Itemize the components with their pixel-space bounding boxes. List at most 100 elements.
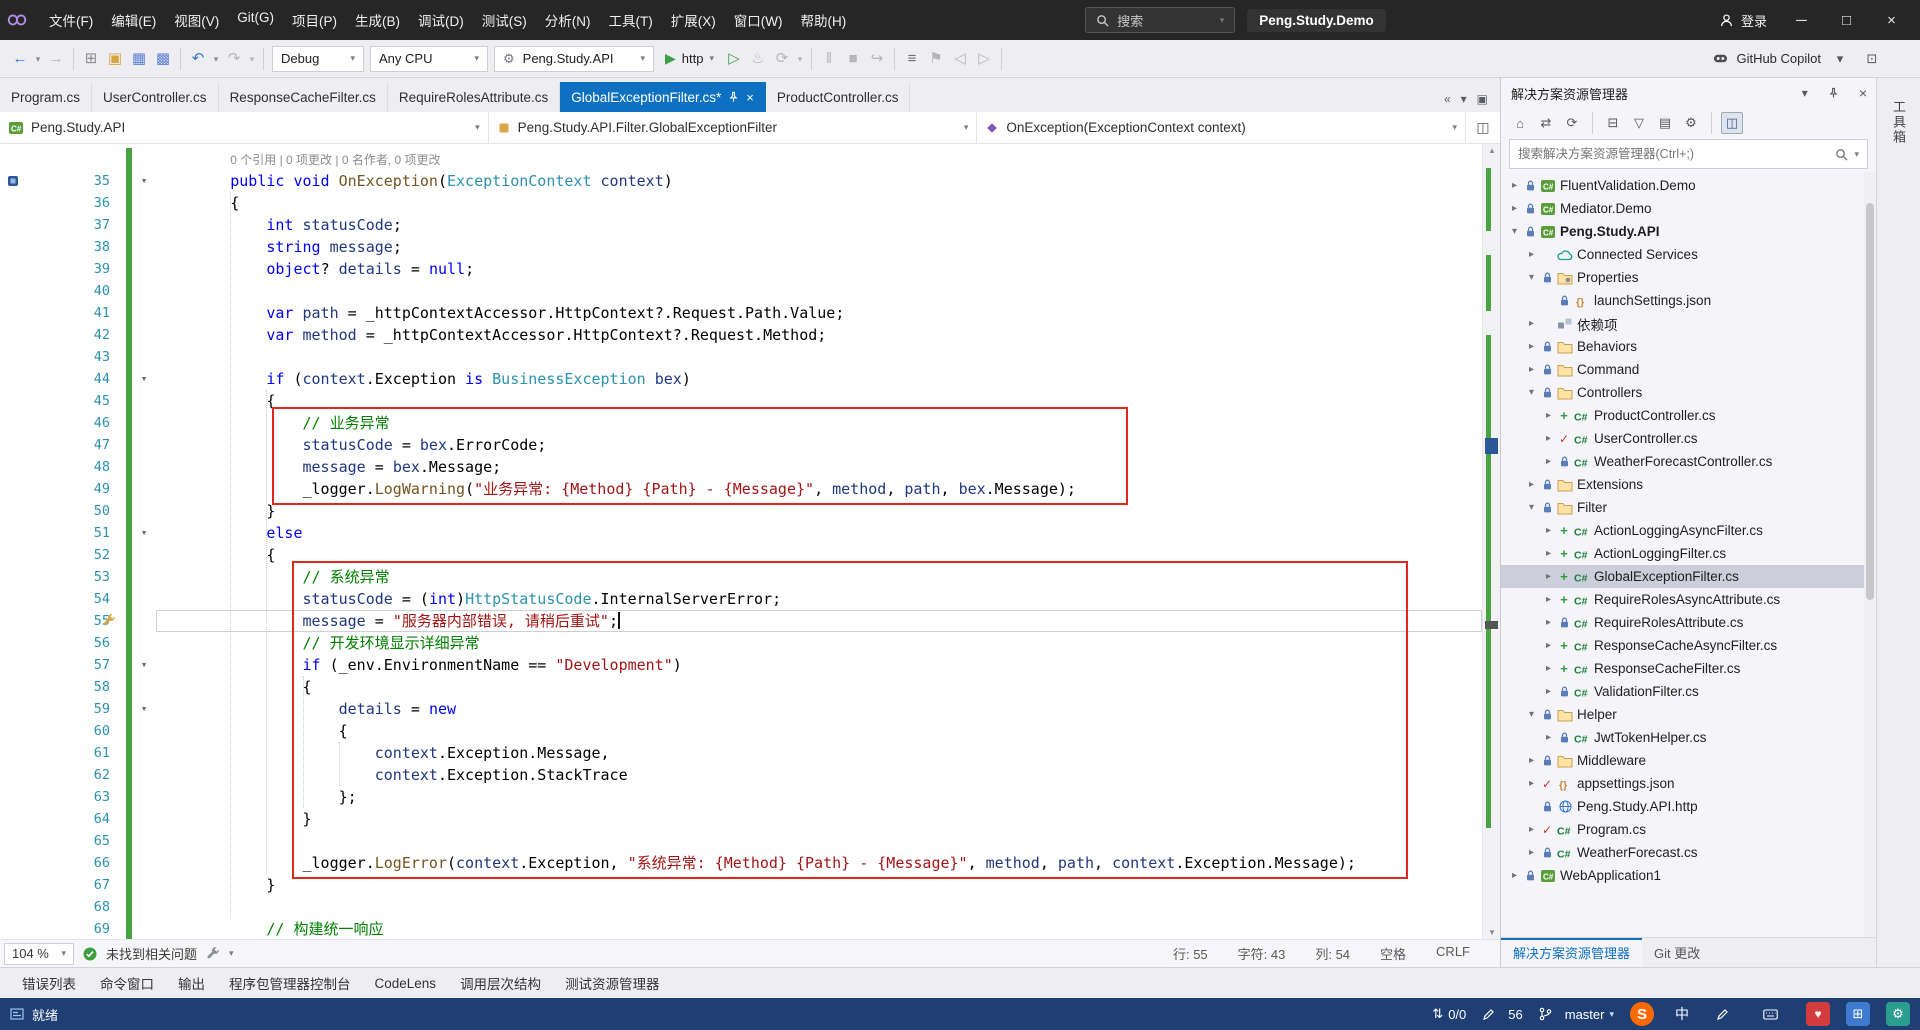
- code-line-41[interactable]: 41 var path = _httpContextAccessor.HttpC…: [0, 302, 1482, 324]
- sign-in-button[interactable]: 登录: [1707, 11, 1779, 30]
- expander-icon[interactable]: ▸: [1541, 686, 1556, 697]
- platform-dropdown[interactable]: Any CPU ▾: [370, 45, 488, 72]
- breakpoint-margin[interactable]: [0, 566, 26, 588]
- expander-icon[interactable]: ▸: [1524, 847, 1539, 858]
- tree-item-peng-study-api[interactable]: ▾ C# Peng.Study.API: [1501, 220, 1876, 243]
- tab-globalexceptionfilter-cs[interactable]: GlobalExceptionFilter.cs* ×: [560, 82, 766, 112]
- breakpoint-margin[interactable]: [0, 148, 26, 170]
- startup-project-dropdown[interactable]: ⚙ Peng.Study.API ▾: [494, 45, 654, 72]
- tree-scrollbar-thumb[interactable]: [1866, 202, 1874, 601]
- tree-item-responsecachefilter-cs[interactable]: ▸ + C# ResponseCacheFilter.cs: [1501, 657, 1876, 680]
- tree-item-connected-services[interactable]: ▸ Connected Services: [1501, 243, 1876, 266]
- code-line-62[interactable]: 62 context.Exception.StackTrace: [0, 764, 1482, 786]
- menu-item-p[interactable]: 项目(P): [283, 5, 346, 35]
- chevron-down-icon[interactable]: ▾: [709, 53, 714, 64]
- navigate-back-button[interactable]: ←: [8, 46, 32, 72]
- tab-requirerolesattribute-cs[interactable]: RequireRolesAttribute.cs: [388, 82, 561, 112]
- tree-item-fluentvalidation-demo[interactable]: ▸ C# FluentValidation.Demo: [1501, 174, 1876, 197]
- breakpoint-margin[interactable]: [0, 874, 26, 896]
- navigate-symbols-button[interactable]: ≡: [900, 46, 924, 72]
- expander-icon[interactable]: ▸: [1541, 640, 1556, 651]
- menu-item-w[interactable]: 窗口(W): [725, 5, 792, 35]
- code-line-57[interactable]: 57 ▾ if (_env.EnvironmentName == "Develop…: [0, 654, 1482, 676]
- caret-char-indicator[interactable]: 字符: 43: [1238, 944, 1286, 963]
- menu-item-f[interactable]: 文件(F): [40, 5, 102, 35]
- ime-language-icon[interactable]: 中: [1670, 1002, 1694, 1026]
- sync-with-active-document-button[interactable]: ⇄: [1535, 112, 1557, 134]
- outline-margin[interactable]: [132, 874, 156, 896]
- code-line-40[interactable]: 40: [0, 280, 1482, 302]
- breakpoint-margin[interactable]: [0, 654, 26, 676]
- tree-item-middleware[interactable]: ▸ Middleware: [1501, 749, 1876, 772]
- outline-margin[interactable]: ▾: [132, 170, 156, 192]
- close-button[interactable]: ×: [1869, 1, 1914, 39]
- redo-dropdown[interactable]: ▾: [246, 46, 258, 72]
- outline-margin[interactable]: [132, 830, 156, 852]
- start-debugging-button[interactable]: ▶: [665, 50, 676, 67]
- tree-item-helper[interactable]: ▾ Helper: [1501, 703, 1876, 726]
- outline-margin[interactable]: [132, 742, 156, 764]
- expander-icon[interactable]: ▸: [1524, 479, 1539, 490]
- outline-margin[interactable]: [132, 566, 156, 588]
- expander-icon[interactable]: ▸: [1541, 594, 1556, 605]
- panel-tab-git[interactable]: Git 更改: [1642, 938, 1712, 967]
- ime-sogou-icon[interactable]: S: [1630, 1002, 1654, 1026]
- code-line-43[interactable]: 43: [0, 346, 1482, 368]
- codelens-row[interactable]: 0 个引用 | 0 项更改 | 0 名作者, 0 项更改: [0, 148, 1482, 170]
- breakpoint-margin[interactable]: [0, 302, 26, 324]
- outline-margin[interactable]: [132, 852, 156, 874]
- outline-margin[interactable]: [132, 214, 156, 236]
- outline-margin[interactable]: [132, 588, 156, 610]
- expander-icon[interactable]: ▸: [1541, 571, 1556, 582]
- panel-tab-item[interactable]: 调用层次结构: [448, 968, 553, 998]
- breakpoint-margin[interactable]: [0, 698, 26, 720]
- pending-edits-button[interactable]: 56: [1482, 1007, 1523, 1022]
- quick-actions-icon[interactable]: [102, 614, 118, 630]
- outline-margin[interactable]: [132, 324, 156, 346]
- configuration-dropdown[interactable]: Debug ▾: [272, 45, 364, 72]
- code-line-49[interactable]: 49 _logger.LogWarning("业务异常: {Method} {P…: [0, 478, 1482, 500]
- whitespace-indicator[interactable]: 空格: [1380, 944, 1406, 963]
- outline-margin[interactable]: [132, 148, 156, 170]
- preview-selected-items-button[interactable]: ◫: [1721, 112, 1743, 134]
- copilot-badge-dropdown[interactable]: ▾: [1828, 46, 1852, 72]
- breakpoint-margin[interactable]: [0, 346, 26, 368]
- code-line-52[interactable]: 52 {: [0, 544, 1482, 566]
- menu-item-e[interactable]: 编辑(E): [102, 5, 165, 35]
- breakpoint-margin[interactable]: [0, 632, 26, 654]
- code-line-45[interactable]: 45 {: [0, 390, 1482, 412]
- pending-changes-filter-dropdown[interactable]: ▽: [1628, 112, 1650, 134]
- menu-item-v[interactable]: 视图(V): [165, 5, 228, 35]
- expander-icon[interactable]: ▸: [1507, 870, 1522, 881]
- tree-item-behaviors[interactable]: ▸ Behaviors: [1501, 335, 1876, 358]
- tree-scrollbar[interactable]: [1864, 172, 1876, 937]
- outline-margin[interactable]: [132, 258, 156, 280]
- navigate-back-dropdown[interactable]: ▾: [32, 46, 44, 72]
- code-line-63[interactable]: 63 };: [0, 786, 1482, 808]
- code-line-42[interactable]: 42 var method = _httpContextAccessor.Htt…: [0, 324, 1482, 346]
- breakpoint-margin[interactable]: [0, 478, 26, 500]
- tree-item-command[interactable]: ▸ Command: [1501, 358, 1876, 381]
- tab-program-cs[interactable]: Program.cs: [0, 82, 93, 112]
- outline-margin[interactable]: [132, 346, 156, 368]
- code-line-65[interactable]: 65: [0, 830, 1482, 852]
- tree-item-launchsettings-json[interactable]: {} launchSettings.json: [1501, 289, 1876, 312]
- editor-scrollbar[interactable]: ▲ ▼: [1482, 144, 1500, 939]
- code-line-55[interactable]: 55 message = "服务器内部错误, 请稍后重试";: [0, 610, 1482, 632]
- ime-pen-icon[interactable]: [1710, 1002, 1734, 1026]
- panel-tab-codelens[interactable]: CodeLens: [363, 971, 449, 996]
- expander-icon[interactable]: ▸: [1541, 548, 1556, 559]
- panel-tab-item[interactable]: 程序包管理器控制台: [217, 968, 363, 998]
- expander-icon[interactable]: ▸: [1541, 663, 1556, 674]
- minimize-button[interactable]: ─: [1779, 1, 1824, 39]
- tree-item-weatherforecastcontroller-cs[interactable]: ▸ C# WeatherForecastController.cs: [1501, 450, 1876, 473]
- panel-tab-item[interactable]: 错误列表: [10, 968, 88, 998]
- breakpoint-margin[interactable]: [0, 764, 26, 786]
- menu-item-git-g[interactable]: Git(G): [228, 5, 283, 35]
- menu-item-h[interactable]: 帮助(H): [791, 5, 855, 35]
- background-tasks-icon[interactable]: [10, 1007, 24, 1021]
- code-line-47[interactable]: 47 statusCode = bex.ErrorCode;: [0, 434, 1482, 456]
- tree-item-program-cs[interactable]: ▸ ✓ C# Program.cs: [1501, 818, 1876, 841]
- title-search-box[interactable]: 搜索 ▾: [1085, 7, 1236, 33]
- tab-responsecachefilter-cs[interactable]: ResponseCacheFilter.cs: [219, 82, 388, 112]
